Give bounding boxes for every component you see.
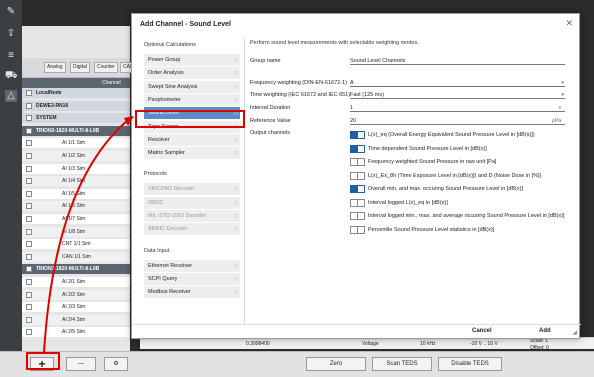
highlight-arrow xyxy=(43,116,134,353)
